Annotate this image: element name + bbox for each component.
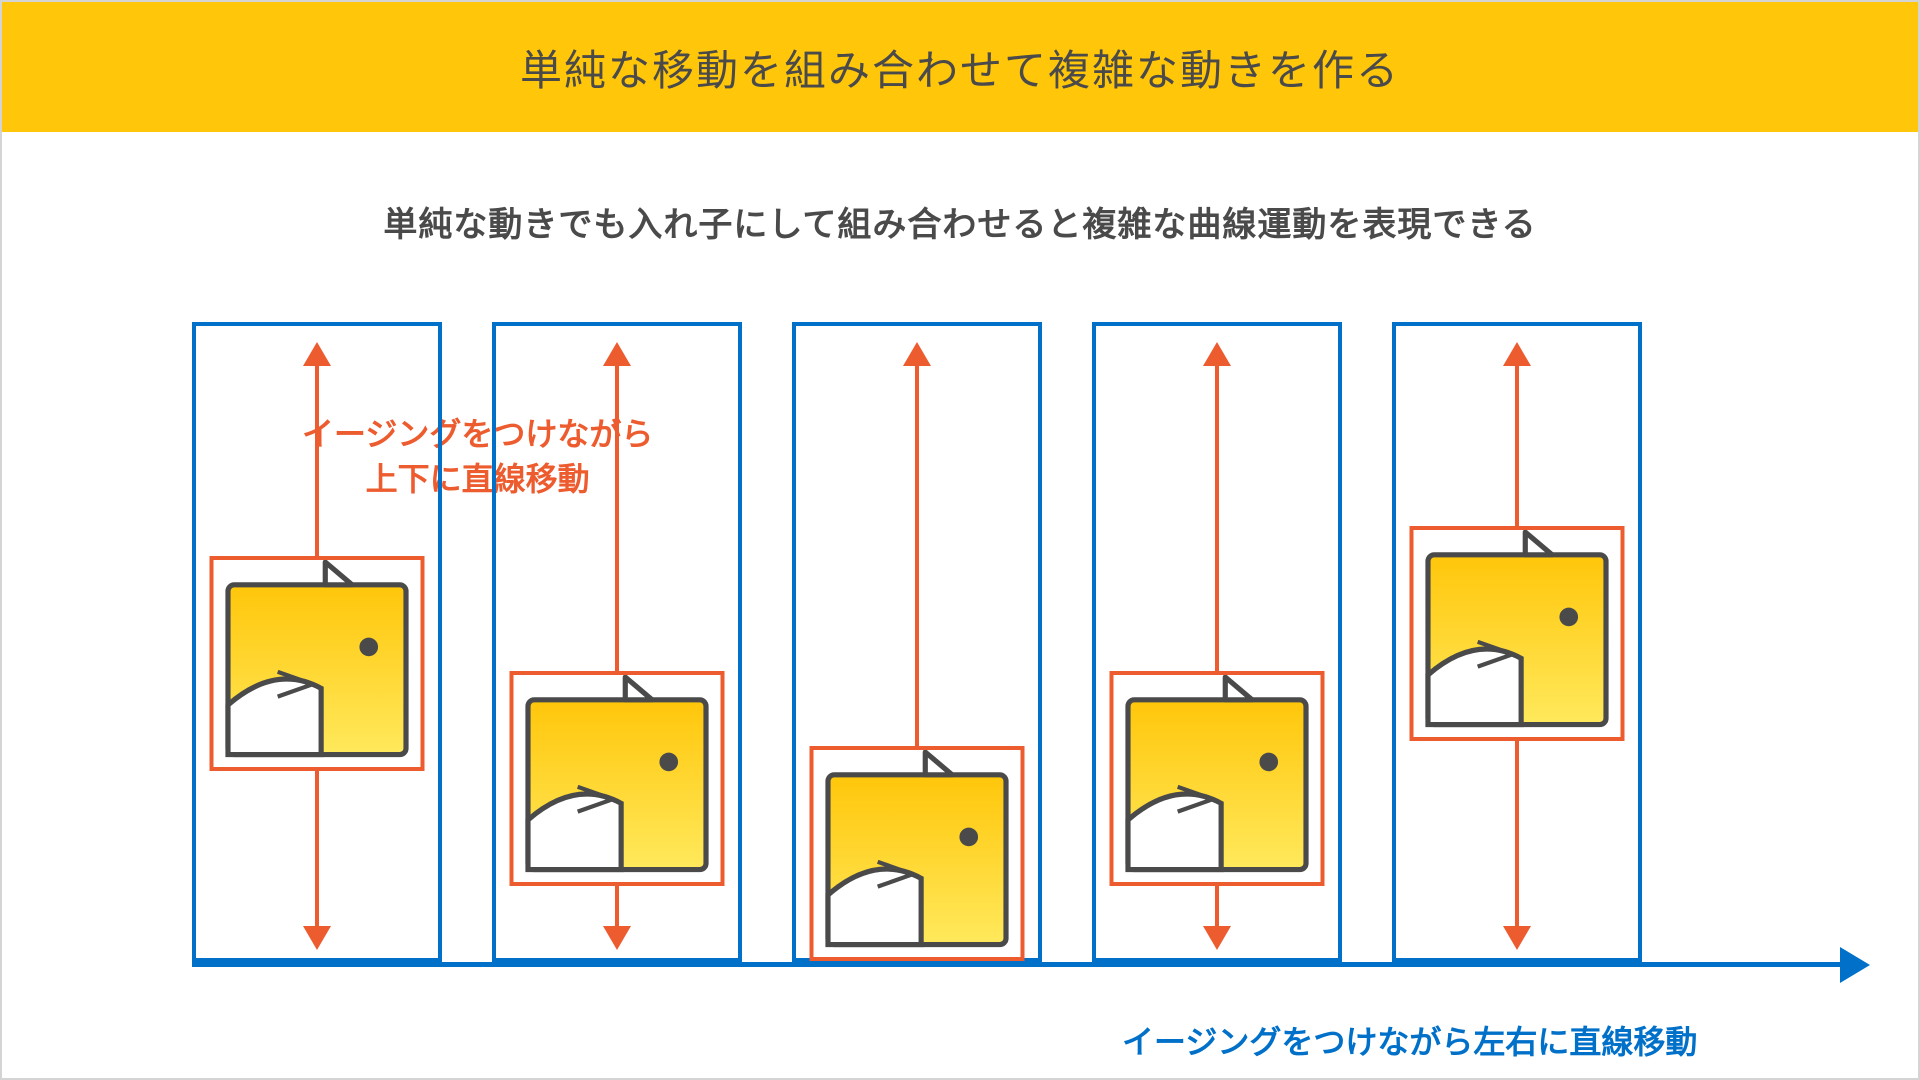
slide-subtitle: 単純な動きでも入れ子にして組み合わせると複雑な曲線運動を表現できる xyxy=(2,197,1918,246)
cat-icon xyxy=(1414,530,1621,737)
slide: 単純な移動を組み合わせて複雑な動きを作る 単純な動きでも入れ子にして組み合わせる… xyxy=(0,0,1920,1080)
motion-column xyxy=(192,322,442,962)
cat-icon xyxy=(214,560,421,767)
cat-sprite-box xyxy=(1410,526,1625,741)
motion-column xyxy=(1392,322,1642,962)
horizontal-arrow xyxy=(192,962,1842,967)
diagram-stage: イージングをつけながら 上下に直線移動 イージングをつけながら左右に直線移動 xyxy=(192,322,1772,962)
motion-column xyxy=(492,322,742,962)
motion-column xyxy=(1092,322,1342,962)
cat-icon xyxy=(514,675,721,882)
cat-icon xyxy=(814,750,1021,957)
cat-sprite-box xyxy=(510,671,725,886)
cat-sprite-box xyxy=(1110,671,1325,886)
slide-title: 単純な移動を組み合わせて複雑な動きを作る xyxy=(520,37,1400,98)
horizontal-motion-label: イージングをつけながら左右に直線移動 xyxy=(1122,1017,1697,1063)
title-bar: 単純な移動を組み合わせて複雑な動きを作る xyxy=(2,2,1918,132)
cat-sprite-box xyxy=(810,746,1025,961)
cat-sprite-box xyxy=(210,556,425,771)
motion-column xyxy=(792,322,1042,962)
cat-icon xyxy=(1114,675,1321,882)
